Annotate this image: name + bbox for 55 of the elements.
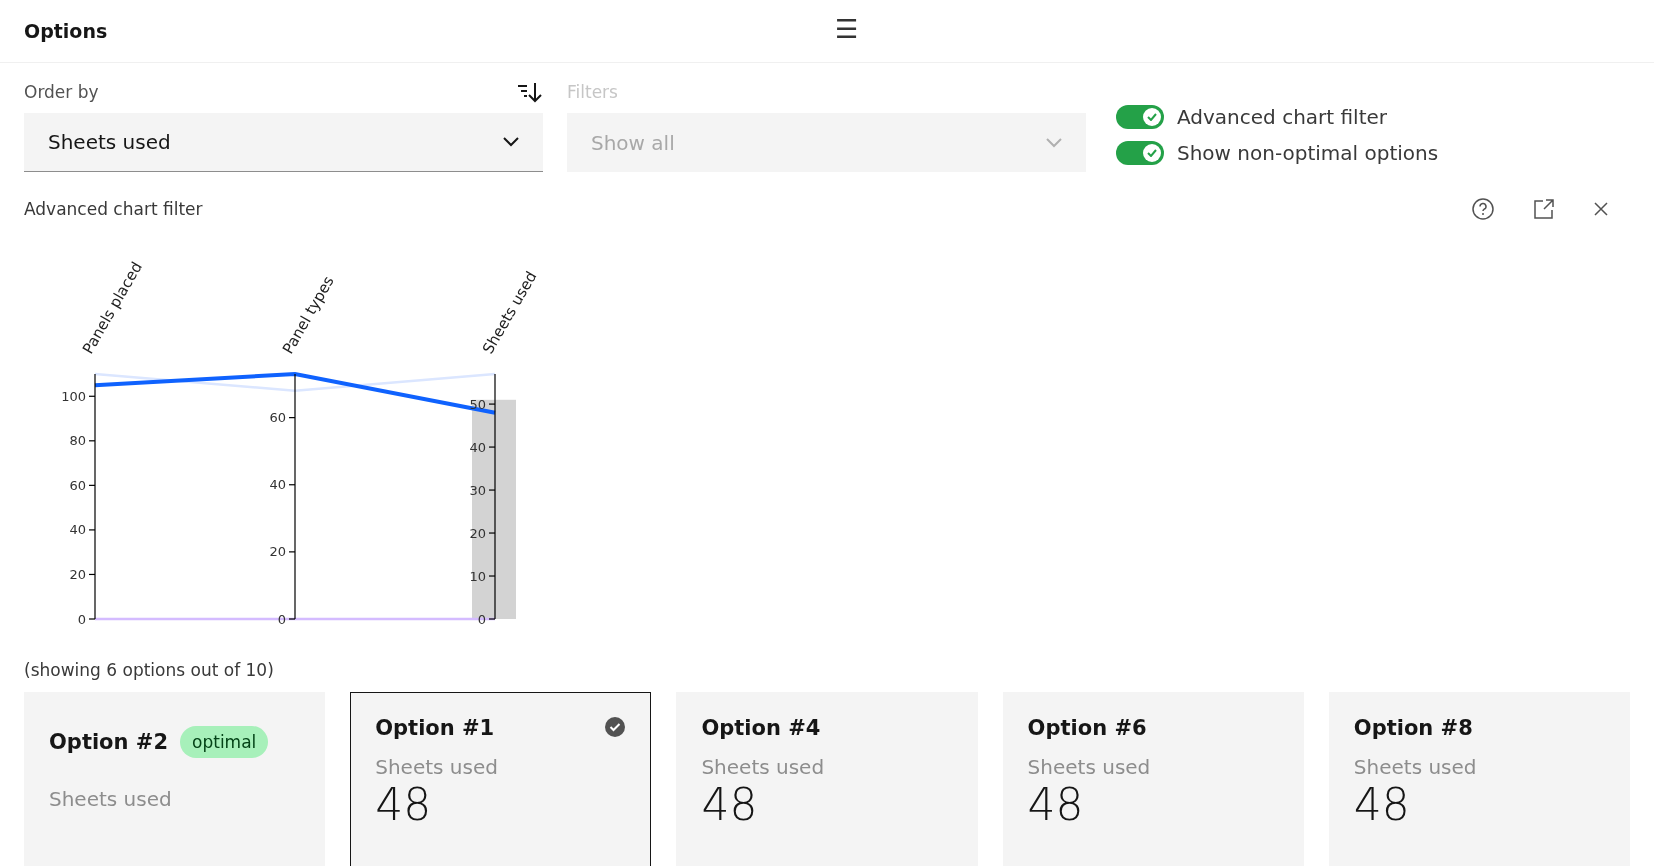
metric-value: 48	[1027, 783, 1085, 827]
tick-label: 20	[269, 544, 286, 560]
option-card[interactable]: Option #8 Sheets used 48	[1328, 692, 1630, 866]
checkmark-icon	[1147, 149, 1157, 157]
toggle-switch[interactable]	[1116, 105, 1164, 129]
option-title: Option #4	[701, 716, 821, 740]
tick-label: 20	[69, 566, 86, 582]
option-title: Option #6	[1027, 716, 1147, 740]
tick-label: 40	[69, 522, 86, 538]
chart-title: Advanced chart filter	[24, 199, 203, 219]
metric-value: 48	[1353, 783, 1411, 827]
help-icon[interactable]	[1472, 198, 1494, 220]
metric-label: Sheets used	[375, 755, 499, 779]
tick-label: 80	[69, 433, 86, 449]
sort-icon[interactable]	[517, 81, 543, 103]
tick-label: 20	[469, 525, 486, 541]
metric-value: 48	[701, 783, 759, 827]
metric-label: Sheets used	[1353, 755, 1478, 779]
filters-label: Filters	[567, 82, 618, 102]
option-card[interactable]: Option #1 Sheets used 48	[350, 692, 652, 866]
tick-label: 60	[69, 477, 86, 493]
option-card[interactable]: Option #6 Sheets used 48	[1002, 692, 1304, 866]
optimal-tag: optimal	[180, 726, 269, 758]
tick-label: 40	[269, 477, 286, 493]
metric-label: Sheets used	[49, 787, 173, 811]
chevron-down-icon	[503, 137, 519, 147]
tick-label: 0	[77, 611, 86, 627]
order-by-dropdown[interactable]: Sheets used	[24, 113, 543, 172]
option-title: Option #1	[375, 716, 495, 740]
tick-label: 10	[469, 568, 486, 584]
tick-label: 40	[469, 439, 486, 455]
chevron-down-icon	[1046, 137, 1062, 148]
option-title: Option #2	[49, 730, 169, 754]
option-card[interactable]: Option #2 optimal Sheets used	[24, 692, 326, 866]
metric-label: Sheets used	[1027, 755, 1152, 779]
close-icon[interactable]	[1594, 202, 1608, 216]
option-title: Option #8	[1353, 716, 1473, 740]
tick-label: 0	[477, 611, 486, 627]
tick-label: 0	[277, 611, 286, 627]
tick-label: 30	[469, 482, 486, 498]
toggle-switch[interactable]	[1116, 141, 1164, 165]
checkmark-icon	[1147, 113, 1157, 121]
tick-label: 60	[269, 410, 286, 426]
open-in-window-icon[interactable]	[1534, 199, 1554, 219]
metric-label: Sheets used	[701, 755, 826, 779]
checkmark-icon	[604, 716, 627, 738]
toggle-label: Show non-optimal options	[1177, 141, 1439, 165]
options-count: (showing 6 options out of 10)	[23, 659, 275, 680]
menu-icon[interactable]: ☰	[835, 14, 859, 44]
panel-title: Options	[24, 20, 108, 42]
metric-value: 48	[375, 783, 433, 827]
order-by-label: Order by	[24, 82, 99, 102]
tick-label: 100	[61, 388, 86, 404]
toggle-label: Advanced chart filter	[1177, 105, 1388, 129]
option-card[interactable]: Option #4 Sheets used 48	[676, 692, 978, 866]
